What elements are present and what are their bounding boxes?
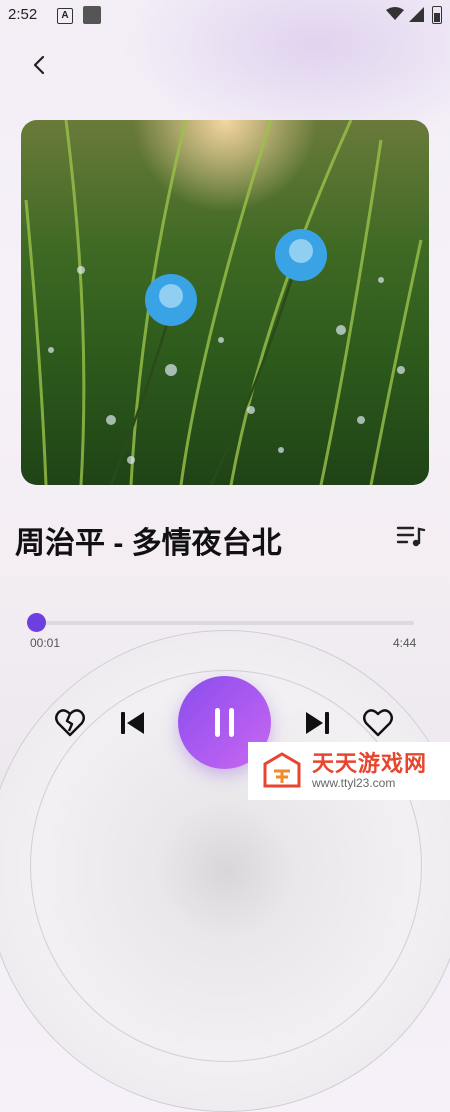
watermark-url: www.ttyl23.com — [312, 776, 396, 790]
status-bar: 2:52 A — [0, 0, 450, 30]
progress-track[interactable] — [36, 621, 414, 625]
skip-previous-icon — [121, 712, 144, 734]
text-notification-icon: A — [57, 8, 73, 24]
album-cover — [21, 120, 429, 485]
watermark-name: 天天游戏网 — [312, 751, 428, 776]
next-button[interactable] — [302, 707, 332, 739]
heart-icon — [363, 709, 393, 737]
wifi-icon — [386, 7, 404, 20]
status-time: 2:52 — [8, 6, 38, 23]
total-time: 4:44 — [393, 636, 417, 650]
current-time: 00:01 — [30, 636, 61, 650]
album-art-image — [24, 120, 423, 485]
like-button[interactable] — [362, 707, 394, 739]
chevron-left-icon — [33, 55, 45, 75]
notification-square-icon — [83, 6, 101, 24]
signal-icon — [409, 7, 424, 22]
watermark: 天天游戏网 www.ttyl23.com — [248, 742, 450, 800]
dislike-button[interactable] — [54, 707, 86, 739]
watermark-logo-icon — [263, 752, 301, 788]
previous-button[interactable] — [118, 707, 148, 739]
progress-thumb[interactable] — [27, 613, 46, 632]
back-button[interactable] — [26, 50, 52, 80]
song-title: 周治平 - 多情夜台北 — [15, 527, 282, 560]
playlist-button[interactable] — [396, 524, 426, 550]
playlist-music-icon — [396, 526, 426, 545]
battery-icon — [432, 6, 442, 24]
skip-next-icon — [306, 712, 329, 734]
broken-heart-icon — [55, 709, 85, 737]
